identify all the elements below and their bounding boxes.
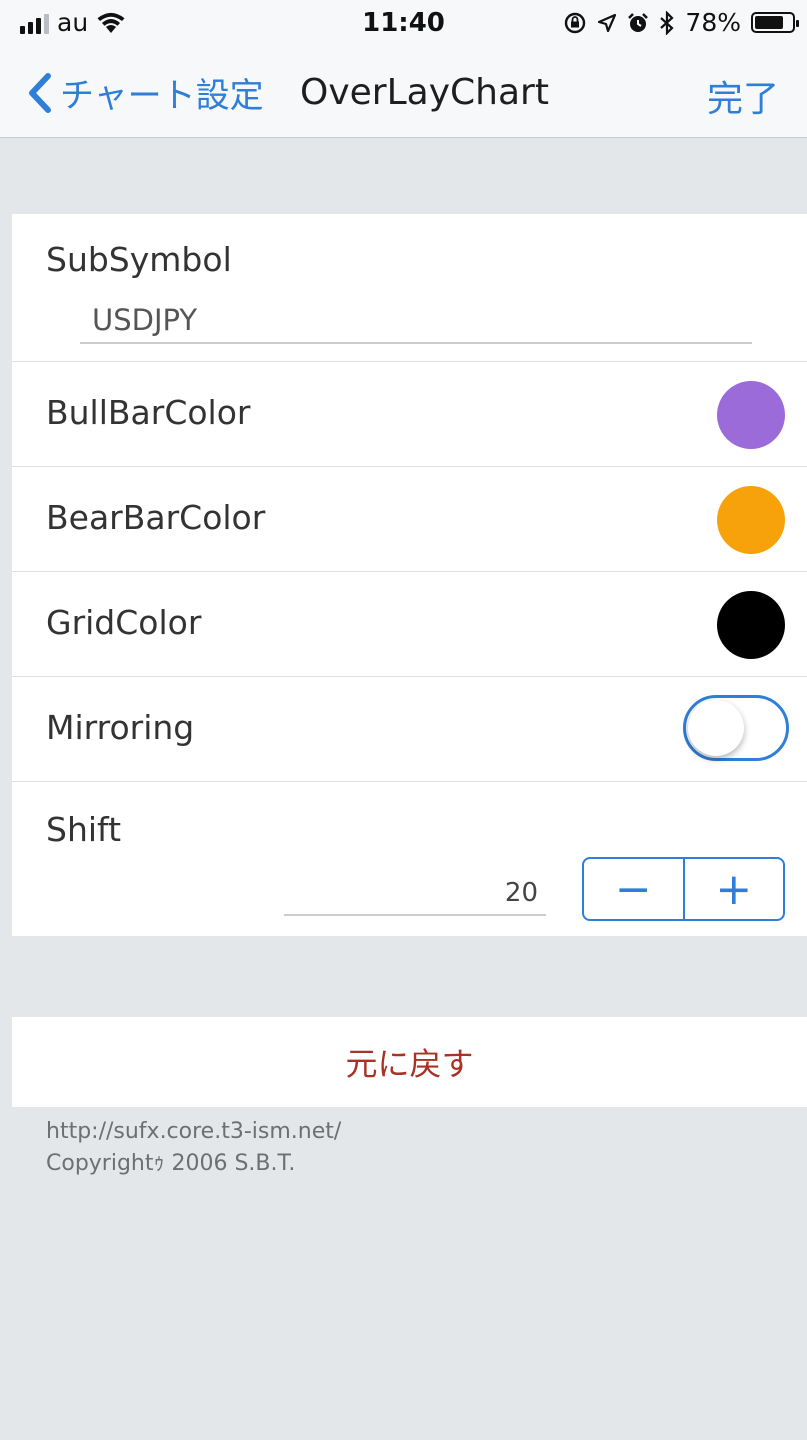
mirroring-toggle[interactable] (683, 695, 789, 761)
grid-color-label: GridColor (46, 603, 202, 642)
battery-fill (755, 16, 783, 29)
footer: http://sufx.core.t3-ism.net/ Copyrightｩ … (46, 1116, 341, 1180)
subsymbol-input[interactable] (80, 298, 752, 344)
bull-bar-color-swatch[interactable] (717, 381, 785, 449)
grid-color-row[interactable]: GridColor (12, 572, 807, 677)
back-label: チャート設定 (60, 76, 264, 116)
status-bar: au 11:40 78% (0, 0, 807, 48)
reset-group: 元に戻す (12, 1017, 807, 1107)
mirroring-label: Mirroring (46, 708, 195, 747)
bull-bar-color-row[interactable]: BullBarColor (12, 362, 807, 467)
battery-icon (751, 12, 799, 33)
navigation-bar: チャート設定 OverLayChart 完了 (0, 48, 807, 138)
subsymbol-row: SubSymbol (12, 214, 807, 362)
status-bar-right: 78% (563, 8, 799, 37)
page-title: OverLayChart (300, 72, 549, 113)
shift-label: Shift (46, 810, 122, 849)
subsymbol-label: SubSymbol (46, 240, 232, 279)
shift-row: Shift − + (12, 782, 807, 936)
done-button[interactable]: 完了 (707, 70, 779, 122)
lock-rotation-icon (565, 12, 586, 33)
settings-group: SubSymbol BullBarColor BearBarColor Grid… (12, 214, 807, 936)
location-icon (598, 13, 617, 32)
reset-button[interactable]: 元に戻す (12, 1017, 807, 1107)
alarm-icon (628, 12, 649, 32)
increment-button[interactable]: + (682, 859, 784, 919)
bear-bar-color-swatch[interactable] (717, 486, 785, 554)
back-button[interactable]: チャート設定 (20, 68, 264, 117)
shift-value-input[interactable] (284, 872, 546, 916)
decrement-button[interactable]: − (584, 859, 683, 919)
chevron-left-icon (29, 72, 51, 113)
mirroring-row: Mirroring (12, 677, 807, 782)
toggle-knob (688, 700, 744, 756)
bull-bar-color-label: BullBarColor (46, 393, 251, 432)
footer-copyright: Copyrightｩ 2006 S.B.T. (46, 1151, 296, 1176)
bluetooth-icon (660, 10, 675, 35)
shift-stepper: − + (582, 857, 785, 921)
bear-bar-color-label: BearBarColor (46, 498, 266, 537)
footer-url: http://sufx.core.t3-ism.net/ (46, 1119, 342, 1144)
grid-color-swatch[interactable] (717, 591, 785, 659)
battery-percent: 78% (685, 8, 741, 37)
bear-bar-color-row[interactable]: BearBarColor (12, 467, 807, 572)
